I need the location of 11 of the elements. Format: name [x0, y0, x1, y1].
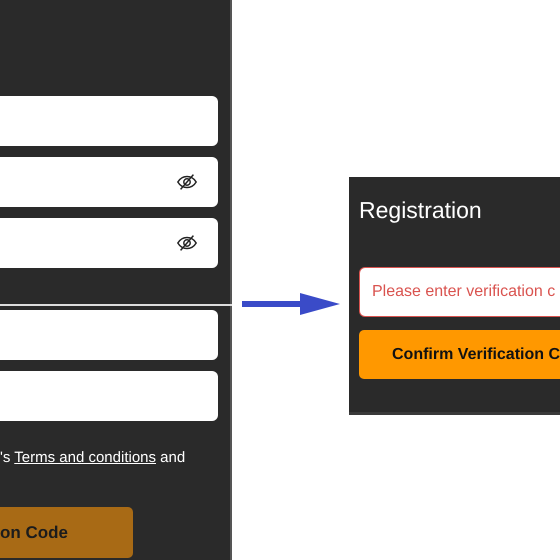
arrow-icon — [242, 292, 342, 316]
input-field[interactable] — [0, 157, 218, 207]
terms-link[interactable]: Terms and conditions — [14, 449, 156, 466]
verification-code-field[interactable]: Please enter verification c — [359, 267, 560, 317]
input-field[interactable] — [0, 218, 218, 268]
registration-title: Registration — [359, 196, 483, 225]
input-field[interactable] — [0, 310, 218, 360]
agreement-text: 's Terms and conditions and — [0, 448, 186, 468]
confirm-button[interactable]: Confirm Verification C — [359, 330, 560, 379]
input-field[interactable] — [0, 371, 218, 421]
input-field[interactable] — [0, 96, 218, 146]
